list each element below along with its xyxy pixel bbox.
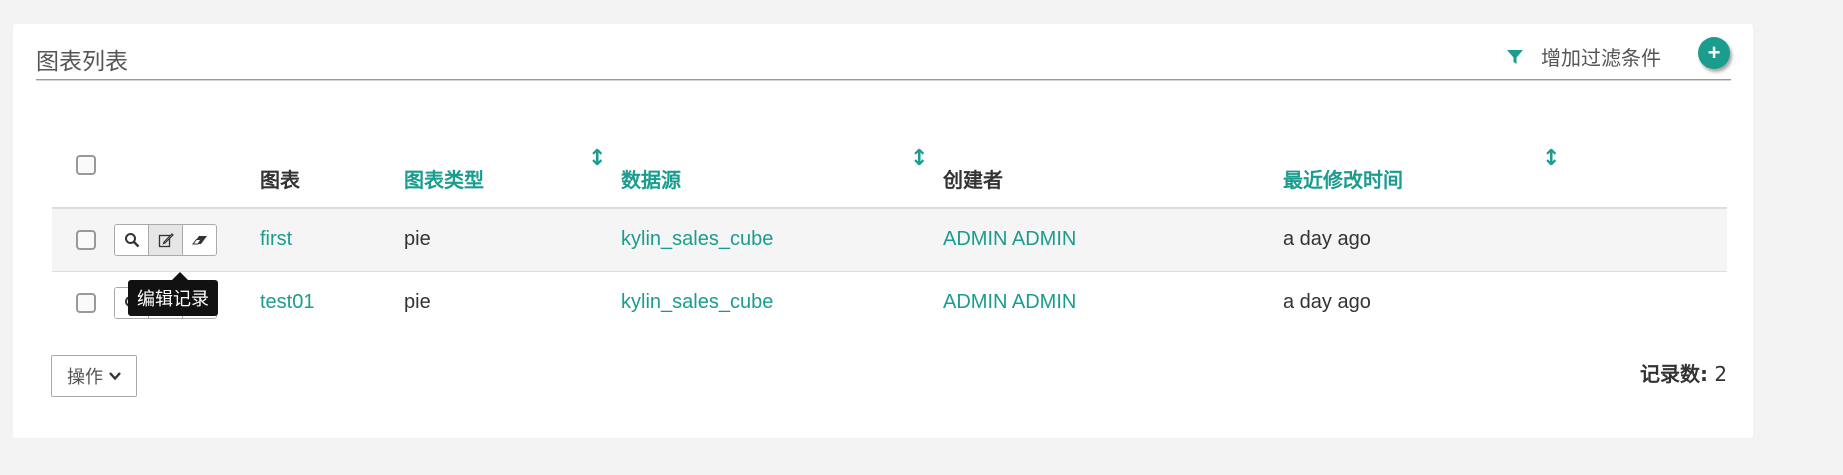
column-chart: 图表 [260, 168, 300, 192]
datasource-link[interactable]: kylin_sales_cube [620, 208, 942, 271]
actions-label: 操作 [67, 367, 103, 388]
row-select-cell [52, 208, 99, 271]
chart-type-cell: pie [404, 228, 431, 251]
add-filter-button[interactable]: 增加过滤条件 [1505, 42, 1661, 71]
row-checkbox[interactable] [76, 292, 96, 313]
title-divider-line [36, 79, 1731, 80]
table-row: test01 pie kylin_sales_cube ADMIN ADMIN … [52, 271, 1727, 334]
modified-cell: a day ago [1283, 228, 1371, 251]
actions-header [99, 138, 259, 208]
search-icon [124, 232, 139, 248]
delete-button[interactable] [183, 224, 216, 255]
eraser-icon [191, 235, 207, 245]
column-datasource[interactable]: 数据源 ↕ [620, 138, 942, 208]
row-actions-cell [99, 208, 259, 271]
filter-icon [1507, 49, 1523, 64]
add-chart-button[interactable]: + [1698, 37, 1730, 69]
plus-icon: + [1707, 40, 1721, 65]
panel-title: 图表列表 [36, 49, 128, 75]
sort-icon[interactable]: ↕ [1542, 146, 1560, 171]
column-datasource-label: 数据源 [621, 168, 681, 192]
select-all-cell [52, 138, 99, 208]
chart-list-panel: 图表列表 增加过滤条件 + 图表 图表类型 ↕ 数据源 ↕ 创建者 最近修改时间… [13, 24, 1753, 438]
record-count-label: 记录数: [1640, 362, 1708, 386]
table-header-row: 图表 图表类型 ↕ 数据源 ↕ 创建者 最近修改时间 ↕ [52, 138, 1727, 208]
column-chart-type[interactable]: 图表类型 ↕ [403, 138, 620, 208]
view-button[interactable] [115, 224, 149, 255]
chevron-down-icon [109, 372, 121, 381]
chart-table: 图表 图表类型 ↕ 数据源 ↕ 创建者 最近修改时间 ↕ first pie k… [52, 138, 1727, 334]
sort-icon[interactable]: ↕ [588, 146, 606, 171]
column-modified[interactable]: 最近修改时间 ↕ [1282, 138, 1727, 208]
row-checkbox[interactable] [76, 229, 96, 250]
record-count-value: 2 [1714, 362, 1728, 386]
chart-name-link[interactable]: test01 [259, 271, 403, 334]
column-creator: 创建者 [943, 168, 1003, 192]
datasource-link[interactable]: kylin_sales_cube [620, 271, 942, 334]
edit-tooltip: 编辑记录 [128, 272, 218, 316]
edit-icon [158, 232, 174, 247]
column-chart-type-label: 图表类型 [404, 168, 484, 192]
sort-icon[interactable]: ↕ [910, 146, 928, 171]
table-row: first pie kylin_sales_cube ADMIN ADMIN a… [52, 208, 1727, 271]
select-all-checkbox[interactable] [76, 154, 96, 175]
chart-name-link[interactable]: first [259, 208, 403, 271]
creator-link[interactable]: ADMIN ADMIN [942, 208, 1282, 271]
record-count: 记录数: 2 [1640, 358, 1727, 387]
row-select-cell [52, 271, 99, 334]
add-filter-label: 增加过滤条件 [1541, 46, 1661, 70]
chart-type-cell: pie [404, 291, 431, 314]
modified-cell: a day ago [1283, 291, 1371, 314]
actions-dropdown[interactable]: 操作 [51, 355, 137, 397]
row-action-buttons [114, 223, 217, 256]
column-modified-label: 最近修改时间 [1283, 168, 1403, 192]
creator-link[interactable]: ADMIN ADMIN [942, 271, 1282, 334]
edit-button[interactable] [149, 224, 183, 255]
